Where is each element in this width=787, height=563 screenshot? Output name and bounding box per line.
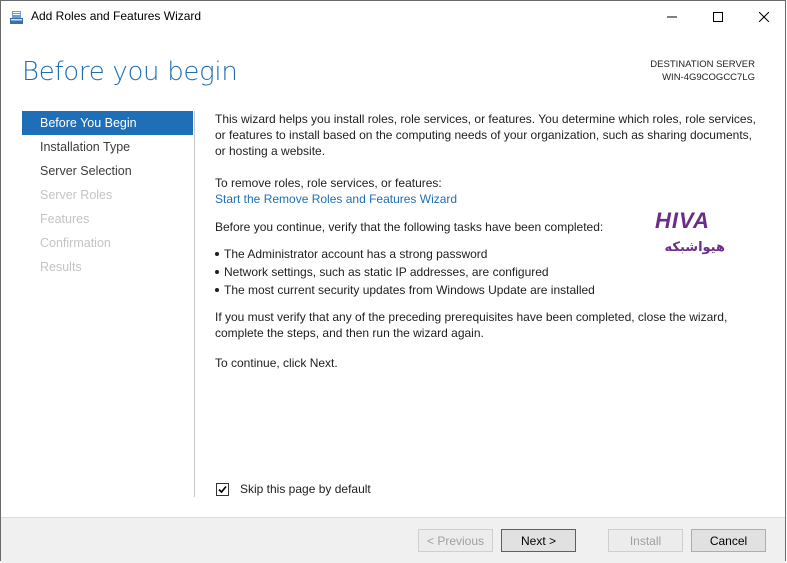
nav-item-before-you-begin[interactable]: Before You Begin: [22, 111, 193, 135]
nav-item-server-roles: Server Roles: [40, 188, 113, 202]
nav-item-installation-type[interactable]: Installation Type: [22, 135, 193, 159]
button-bar: < Previous Next > Install Cancel: [1, 517, 785, 563]
remove-label: To remove roles, role services, or featu…: [215, 176, 442, 190]
svg-text:HIVA: HIVA: [655, 208, 710, 233]
install-button[interactable]: Install: [608, 529, 683, 552]
cancel-button[interactable]: Cancel: [691, 529, 766, 552]
nav-item-features: Features: [40, 212, 90, 226]
close-icon: [759, 11, 769, 22]
nav-item-results: Results: [40, 260, 82, 274]
svg-text:هیواشبکه: هیواشبکه: [665, 240, 725, 255]
hiva-watermark-logo: HIVA هیواشبکه: [653, 207, 729, 255]
skip-page-option[interactable]: Skip this page by default: [216, 482, 371, 496]
wizard-window: Add Roles and Features Wizard Before you…: [0, 0, 786, 563]
page-title: Before you begin: [22, 57, 238, 87]
minimize-button[interactable]: [649, 1, 695, 32]
list-item: The most current security updates from W…: [215, 281, 595, 299]
next-button[interactable]: Next >: [501, 529, 576, 552]
verify-label: Before you continue, verify that the fol…: [215, 220, 604, 234]
previous-button[interactable]: < Previous: [418, 529, 493, 552]
destination-server-info: DESTINATION SERVER WIN-4G9COGCC7LG: [650, 58, 755, 84]
destination-label: DESTINATION SERVER: [650, 59, 755, 70]
checkmark-icon: [218, 485, 227, 493]
list-item: The Administrator account has a strong p…: [215, 245, 595, 263]
window-title: Add Roles and Features Wizard: [31, 9, 202, 23]
destination-server-name: WIN-4G9COGCC7LG: [662, 72, 755, 83]
maximize-icon: [713, 11, 723, 22]
nav-item-confirmation: Confirmation: [40, 236, 111, 250]
server-manager-icon: [9, 9, 25, 25]
continue-note: To continue, click Next.: [215, 356, 338, 370]
title-bar[interactable]: Add Roles and Features Wizard: [1, 1, 785, 32]
nav-item-server-selection[interactable]: Server Selection: [22, 159, 193, 183]
skip-page-checkbox[interactable]: [216, 482, 229, 496]
close-button[interactable]: [741, 1, 787, 32]
wizard-steps-nav: Before You Begin Installation Type Serve…: [22, 111, 193, 279]
intro-text: This wizard helps you install roles, rol…: [215, 112, 756, 158]
maximize-button[interactable]: [695, 1, 741, 32]
skip-page-label[interactable]: Skip this page by default: [240, 482, 371, 496]
minimize-icon: [667, 16, 677, 17]
list-item: Network settings, such as static IP addr…: [215, 263, 595, 281]
prerequisite-note: If you must verify that any of the prece…: [215, 310, 728, 340]
prerequisite-list: The Administrator account has a strong p…: [215, 245, 595, 299]
nav-divider: [194, 111, 195, 497]
remove-roles-link[interactable]: Start the Remove Roles and Features Wiza…: [215, 191, 457, 207]
